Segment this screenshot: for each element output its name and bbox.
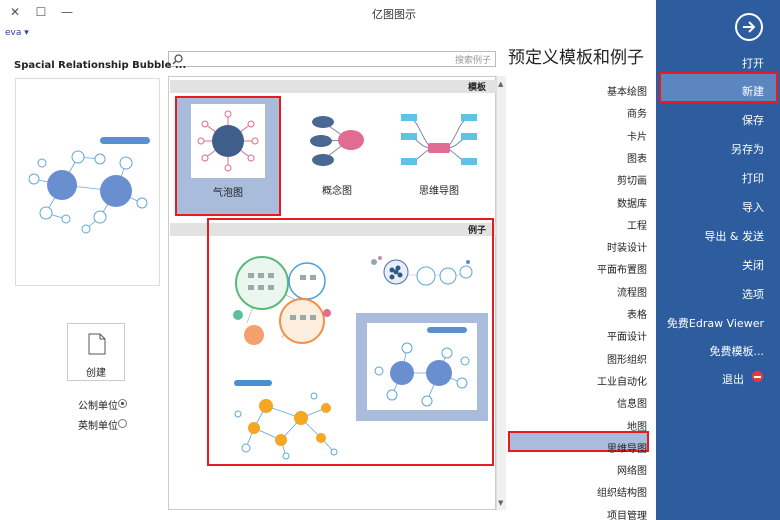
- back-button[interactable]: [735, 13, 763, 41]
- category-item[interactable]: 时装设计: [607, 239, 647, 254]
- category-item[interactable]: 流程图: [617, 284, 647, 299]
- sidebar-item-import[interactable]: 导入: [742, 199, 764, 215]
- user-menu[interactable]: eva ▾: [5, 28, 29, 38]
- category-item[interactable]: 平面设计: [607, 328, 647, 343]
- window-title: 亿图图示: [372, 8, 416, 21]
- category-item[interactable]: 组织结构图: [597, 484, 647, 499]
- mind-map-icon: [401, 114, 477, 165]
- category-item[interactable]: 思维导图: [607, 440, 647, 455]
- category-item[interactable]: 工程: [627, 217, 647, 232]
- category-item[interactable]: 平面布置图: [597, 261, 647, 276]
- category-item[interactable]: 图表: [627, 150, 647, 165]
- create-button-label: 创建: [86, 368, 106, 379]
- arrow-right-icon: [743, 21, 756, 33]
- template-concept-thumbnail: [299, 108, 375, 168]
- template-bubble-chart[interactable]: 气泡图: [175, 96, 281, 216]
- category-item[interactable]: 基本绘图: [607, 83, 647, 98]
- close-window-button[interactable]: ✕: [4, 3, 26, 21]
- category-item[interactable]: 数据库: [617, 195, 647, 210]
- new-document-icon: [88, 333, 106, 355]
- scroll-down-arrow[interactable]: ▼: [498, 499, 503, 507]
- preview-box: [15, 78, 160, 286]
- category-item[interactable]: 表格: [627, 306, 647, 321]
- sidebar-item-print[interactable]: 打印: [742, 170, 764, 186]
- sidebar-item-new[interactable]: 新建: [742, 83, 764, 99]
- sidebar-item-exit[interactable]: 退出: [722, 371, 744, 387]
- title-bar: ✕ ☐ — 亿图图示: [0, 0, 656, 26]
- search-placeholder: 搜索例子: [454, 56, 491, 66]
- preview-diagram: [28, 137, 150, 234]
- template-mind-map[interactable]: 思维导图: [389, 96, 489, 214]
- template-bubble-thumbnail: [191, 104, 265, 178]
- templates-section-title: 模板: [467, 83, 486, 93]
- template-bubble-label: 气泡图: [213, 188, 243, 199]
- examples-annotation-frame: [207, 218, 494, 466]
- create-button[interactable]: 创建: [67, 323, 125, 381]
- category-item[interactable]: 卡片: [627, 128, 647, 143]
- scroll-up-arrow[interactable]: ▲: [498, 80, 503, 88]
- sidebar-item-free-viewer[interactable]: 免费Edraw Viewer: [667, 315, 764, 331]
- exit-icon: [752, 371, 763, 382]
- category-item[interactable]: 商务: [627, 105, 647, 120]
- minimize-window-button[interactable]: —: [56, 3, 78, 21]
- concept-map-icon: [310, 116, 364, 166]
- preview-title: Spacial Relationship Bubble ...: [14, 60, 187, 71]
- category-item[interactable]: 项目管理: [607, 507, 647, 520]
- template-mindmap-thumbnail: [401, 108, 477, 168]
- templates-section-header: 模板: [170, 80, 496, 93]
- sidebar-item-open[interactable]: 打开: [742, 55, 764, 71]
- metric-units-radio[interactable]: [118, 399, 127, 408]
- sidebar-item-options[interactable]: 选项: [742, 286, 764, 302]
- category-item[interactable]: 剪切画: [617, 172, 647, 187]
- sidebar-item-save-as[interactable]: 另存为: [731, 141, 764, 157]
- category-item[interactable]: 图形组织: [607, 351, 647, 366]
- maximize-window-button[interactable]: ☐: [30, 3, 52, 21]
- search-input[interactable]: 搜索例子: [168, 51, 496, 67]
- category-item[interactable]: 信息图: [617, 395, 647, 410]
- metric-units-label[interactable]: 公制单位: [78, 397, 118, 412]
- sidebar-item-save[interactable]: 保存: [742, 112, 764, 128]
- template-mindmap-label: 思维导图: [419, 186, 459, 197]
- category-item[interactable]: 网络图: [617, 462, 647, 477]
- template-concept-map[interactable]: 概念图: [287, 96, 387, 214]
- page-title: 预定义模板和例子: [508, 48, 644, 68]
- sidebar-item-export-send[interactable]: 导出 & 发送: [704, 228, 764, 244]
- sidebar-item-close[interactable]: 关闭: [742, 257, 764, 273]
- category-scrollbar[interactable]: ▲ ▼: [496, 76, 506, 510]
- bubble-diagram-icon: [197, 110, 259, 172]
- imperial-units-label[interactable]: 英制单位: [78, 417, 118, 432]
- imperial-units-radio[interactable]: [118, 419, 127, 428]
- category-item[interactable]: 工业自动化: [597, 373, 647, 388]
- category-item[interactable]: 地图: [627, 418, 647, 433]
- template-concept-label: 概念图: [322, 186, 352, 197]
- sidebar-item-free-templates[interactable]: 免费模板...: [710, 343, 765, 359]
